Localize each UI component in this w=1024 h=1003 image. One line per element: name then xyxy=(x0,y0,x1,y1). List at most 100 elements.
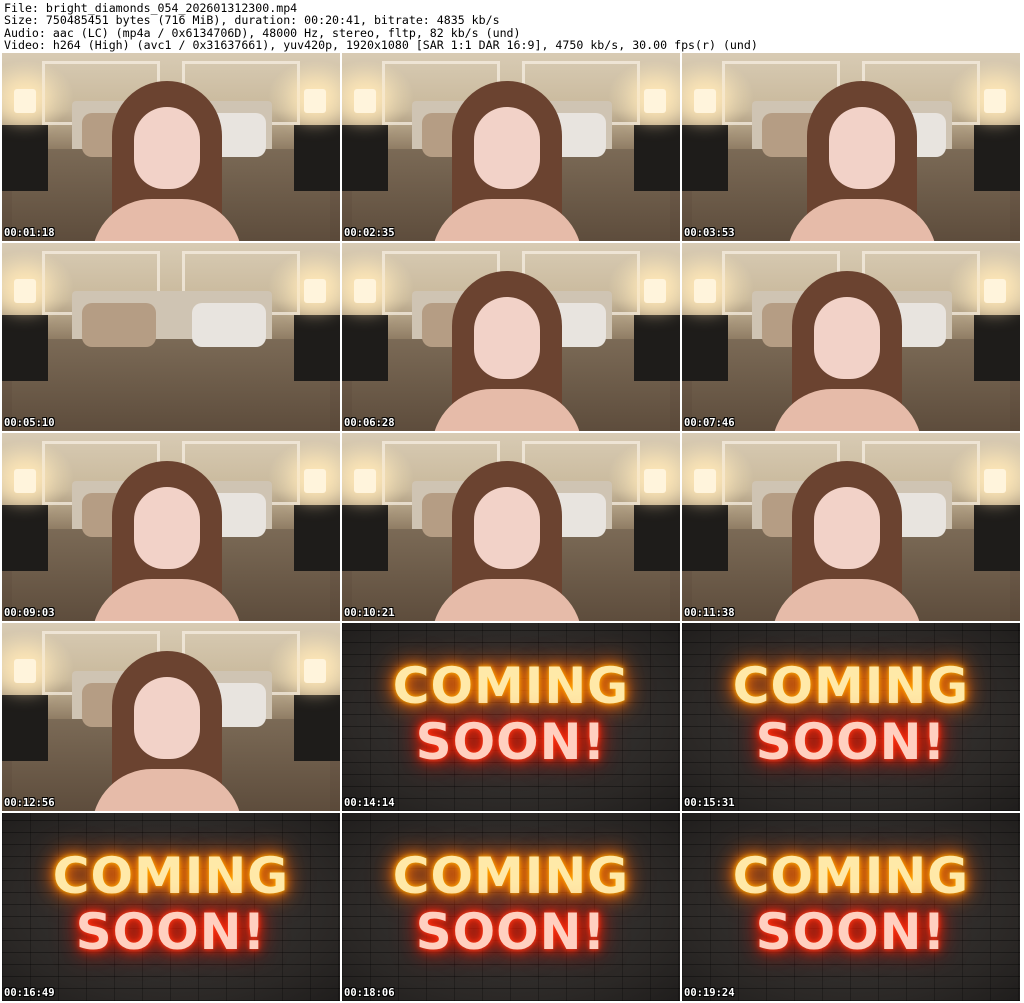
person-face xyxy=(474,487,540,569)
nightstand xyxy=(2,315,48,381)
lamp-icon xyxy=(984,89,1006,113)
lamp-icon xyxy=(14,469,36,493)
lamp-icon xyxy=(304,469,326,493)
person-figure xyxy=(92,81,242,241)
lamp-icon xyxy=(984,469,1006,493)
nightstand xyxy=(294,505,340,571)
video-thumbnail: 00:06:28 xyxy=(342,243,680,431)
neon-soon-text: SOON! xyxy=(75,903,267,961)
thumbnail-timestamp: 00:19:24 xyxy=(684,987,735,999)
person-figure xyxy=(92,651,242,811)
lamp-icon xyxy=(304,89,326,113)
thumbnail-timestamp: 00:06:28 xyxy=(344,417,395,429)
video-thumbnail: 00:12:56 xyxy=(2,623,340,811)
video-thumbnail: COMING SOON! 00:15:31 xyxy=(682,623,1020,811)
nightstand xyxy=(2,505,48,571)
lamp-icon xyxy=(304,659,326,683)
person-face xyxy=(134,487,200,569)
nightstand xyxy=(634,315,680,381)
thumbnail-timestamp: 00:15:31 xyxy=(684,797,735,809)
neon-soon-text: SOON! xyxy=(755,713,947,771)
nightstand xyxy=(974,505,1020,571)
neon-soon-text: SOON! xyxy=(415,903,607,961)
video-info-line: Video: h264 (High) (avc1 / 0x31637661), … xyxy=(4,37,758,52)
lamp-icon xyxy=(694,89,716,113)
person-figure xyxy=(432,271,582,431)
lamp-icon xyxy=(354,89,376,113)
nightstand xyxy=(342,315,388,381)
person-figure xyxy=(772,461,922,621)
video-thumbnail: COMING SOON! 00:14:14 xyxy=(342,623,680,811)
video-thumbnail: COMING SOON! 00:19:24 xyxy=(682,813,1020,1001)
bed xyxy=(12,339,330,431)
thumbnail-timestamp: 00:10:21 xyxy=(344,607,395,619)
video-thumbnail: 00:05:10 xyxy=(2,243,340,431)
nightstand xyxy=(294,315,340,381)
nightstand xyxy=(2,695,48,761)
nightstand xyxy=(682,125,728,191)
lamp-icon xyxy=(14,659,36,683)
nightstand xyxy=(974,315,1020,381)
lamp-icon xyxy=(644,279,666,303)
nightstand xyxy=(634,505,680,571)
lamp-icon xyxy=(304,279,326,303)
person-figure xyxy=(432,461,582,621)
video-thumbnail: 00:01:18 xyxy=(2,53,340,241)
lamp-icon xyxy=(14,279,36,303)
pillow xyxy=(82,303,156,347)
person-face xyxy=(474,107,540,189)
neon-coming-text: COMING xyxy=(52,847,290,905)
thumbnail-timestamp: 00:14:14 xyxy=(344,797,395,809)
neon-coming-text: COMING xyxy=(732,847,970,905)
lamp-icon xyxy=(694,279,716,303)
nightstand xyxy=(974,125,1020,191)
lamp-icon xyxy=(354,279,376,303)
lamp-icon xyxy=(644,469,666,493)
lamp-icon xyxy=(694,469,716,493)
video-thumbnail: 00:02:35 xyxy=(342,53,680,241)
video-thumbnail: 00:10:21 xyxy=(342,433,680,621)
video-thumbnail: 00:03:53 xyxy=(682,53,1020,241)
nightstand xyxy=(294,125,340,191)
file-info-header: File: bright_diamonds_054_202601312300.m… xyxy=(0,0,1024,52)
video-thumbnail: COMING SOON! 00:16:49 xyxy=(2,813,340,1001)
neon-soon-text: SOON! xyxy=(755,903,947,961)
thumbnail-timestamp: 00:05:10 xyxy=(4,417,55,429)
nightstand xyxy=(342,505,388,571)
person-face xyxy=(474,297,540,379)
nightstand xyxy=(682,505,728,571)
person-face xyxy=(829,107,895,189)
nightstand xyxy=(634,125,680,191)
neon-coming-text: COMING xyxy=(392,847,630,905)
pillow xyxy=(192,303,266,347)
video-thumbnail: 00:09:03 xyxy=(2,433,340,621)
neon-coming-text: COMING xyxy=(392,657,630,715)
nightstand xyxy=(342,125,388,191)
person-face xyxy=(134,677,200,759)
lamp-icon xyxy=(644,89,666,113)
thumbnail-timestamp: 00:16:49 xyxy=(4,987,55,999)
nightstand xyxy=(682,315,728,381)
neon-coming-text: COMING xyxy=(732,657,970,715)
lamp-icon xyxy=(354,469,376,493)
thumbnail-timestamp: 00:11:38 xyxy=(684,607,735,619)
thumbnail-timestamp: 00:07:46 xyxy=(684,417,735,429)
nightstand xyxy=(2,125,48,191)
file-size-line: Size: 750485451 bytes (716 MiB), duratio… xyxy=(4,13,500,28)
video-thumbnail: COMING SOON! 00:18:06 xyxy=(342,813,680,1001)
person-face xyxy=(814,297,880,379)
person-face xyxy=(134,107,200,189)
person-face xyxy=(814,487,880,569)
thumbnail-timestamp: 00:12:56 xyxy=(4,797,55,809)
lamp-icon xyxy=(984,279,1006,303)
thumbnail-timestamp: 00:09:03 xyxy=(4,607,55,619)
neon-soon-text: SOON! xyxy=(415,713,607,771)
lamp-icon xyxy=(14,89,36,113)
person-figure xyxy=(787,81,937,241)
video-thumbnail: 00:11:38 xyxy=(682,433,1020,621)
person-figure xyxy=(432,81,582,241)
person-figure xyxy=(92,461,242,621)
thumbnail-timestamp: 00:01:18 xyxy=(4,227,55,239)
thumbnail-timestamp: 00:02:35 xyxy=(344,227,395,239)
person-figure xyxy=(772,271,922,431)
